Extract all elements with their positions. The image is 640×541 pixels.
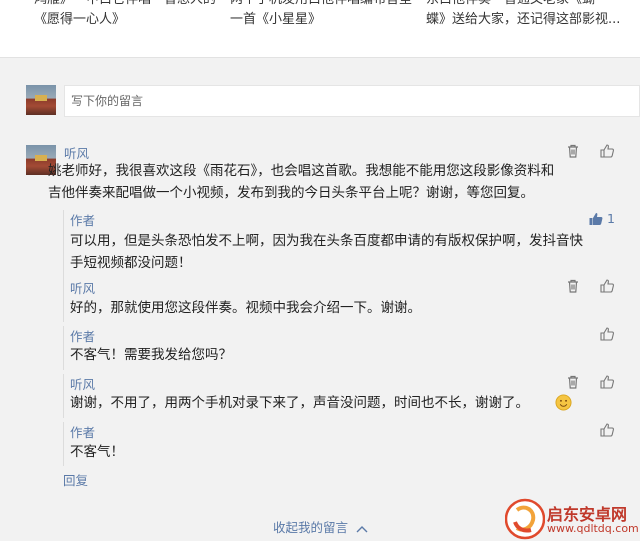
reply-text-line2: 手短视频都没问题！: [70, 255, 192, 271]
comment-text-line1: 姚老师好，我很喜欢这段《雨花石》，也会唱这首歌。我想能不能用您这段影像资料和: [48, 163, 555, 179]
watermark-url: www.qdltdq.com: [547, 522, 639, 535]
reply-text-line1: 谢谢，不用了，用两个手机对录下来了，声音没问题，时间也不长，谢谢了。: [70, 395, 529, 411]
reply-text-line1: 好的，那就使用您这段伴奏。视频中我会介绍一下。谢谢。: [70, 300, 421, 316]
watermark-logo-icon: [505, 498, 545, 540]
related-article-3-line2[interactable]: 蝶》送给大家，还记得这部影视...: [426, 10, 620, 30]
reply-4: 听风 谢谢，不用了，用两个手机对录下来了，声音没问题，时间也不长，谢谢了。: [63, 374, 621, 418]
reply-like-count: 1: [607, 211, 615, 226]
reply-author[interactable]: 作者: [70, 326, 95, 345]
trash-icon[interactable]: [565, 143, 581, 159]
thumbs-up-icon[interactable]: [599, 374, 615, 390]
watermark: 启东安卓网 www.qdltdq.com: [497, 496, 640, 541]
reply-author[interactable]: 听风: [70, 278, 95, 297]
thumbs-up-icon[interactable]: [599, 422, 615, 438]
related-article-2-line1[interactable]: 两个手机发用白他伴唱编布音室: [230, 0, 412, 10]
comment-input[interactable]: 写下你的留言: [64, 85, 640, 117]
reply-author[interactable]: 听风: [70, 374, 95, 393]
related-article-1-line2[interactable]: 《愿得一心人》: [34, 10, 125, 30]
reply-text-line1: 不客气！: [70, 444, 124, 460]
reply-2: 听风 好的，那就使用您这段伴奏。视频中我会介绍一下。谢谢。: [63, 278, 621, 322]
comment-text-line2: 吉他伴奏来配唱做一个小视频，发布到我的今日头条平台上呢？谢谢，等您回复。: [48, 185, 534, 201]
related-article-3-line1[interactable]: 东白他伴奏一普通文老家《蝴: [426, 0, 595, 10]
smile-emoji-icon: [555, 394, 572, 411]
trash-icon[interactable]: [565, 278, 581, 294]
reply-link[interactable]: 回复: [63, 470, 88, 489]
reply-3: 作者 不客气！需要我发给您吗？: [63, 326, 621, 370]
reply-1: 作者 可以用，但是头条恐怕发不上啊，因为我在头条百度都申请的有版权保护啊，发抖音…: [63, 210, 621, 280]
thumbs-up-icon[interactable]: [599, 143, 615, 159]
reply-author[interactable]: 作者: [70, 210, 95, 229]
reply-author[interactable]: 作者: [70, 422, 95, 441]
related-article-2-line2[interactable]: 一首《小星星》: [230, 10, 321, 30]
chevron-up-icon: [356, 525, 368, 532]
related-articles: 鸿雁》—甲白它伴唱一曾想人的 《愿得一心人》 两个手机发用白他伴唱编布音室 一首…: [0, 0, 640, 58]
reply-5: 作者 不客气！: [63, 422, 621, 466]
collapse-label: 收起我的留言: [273, 520, 349, 535]
reply-text-line1: 不客气！需要我发给您吗？: [70, 347, 232, 363]
related-article-1-line1[interactable]: 鸿雁》—甲白它伴唱一曾想人的: [34, 0, 216, 10]
thumbs-up-filled-icon[interactable]: [588, 211, 604, 227]
collapse-comments-link[interactable]: 收起我的留言: [273, 517, 368, 536]
reply-text-line1: 可以用，但是头条恐怕发不上啊，因为我在头条百度都申请的有版权保护啊，发抖音快: [70, 233, 583, 249]
user-avatar: [26, 85, 56, 115]
thumbs-up-icon[interactable]: [599, 278, 615, 294]
trash-icon[interactable]: [565, 374, 581, 390]
thumbs-up-icon[interactable]: [599, 326, 615, 342]
